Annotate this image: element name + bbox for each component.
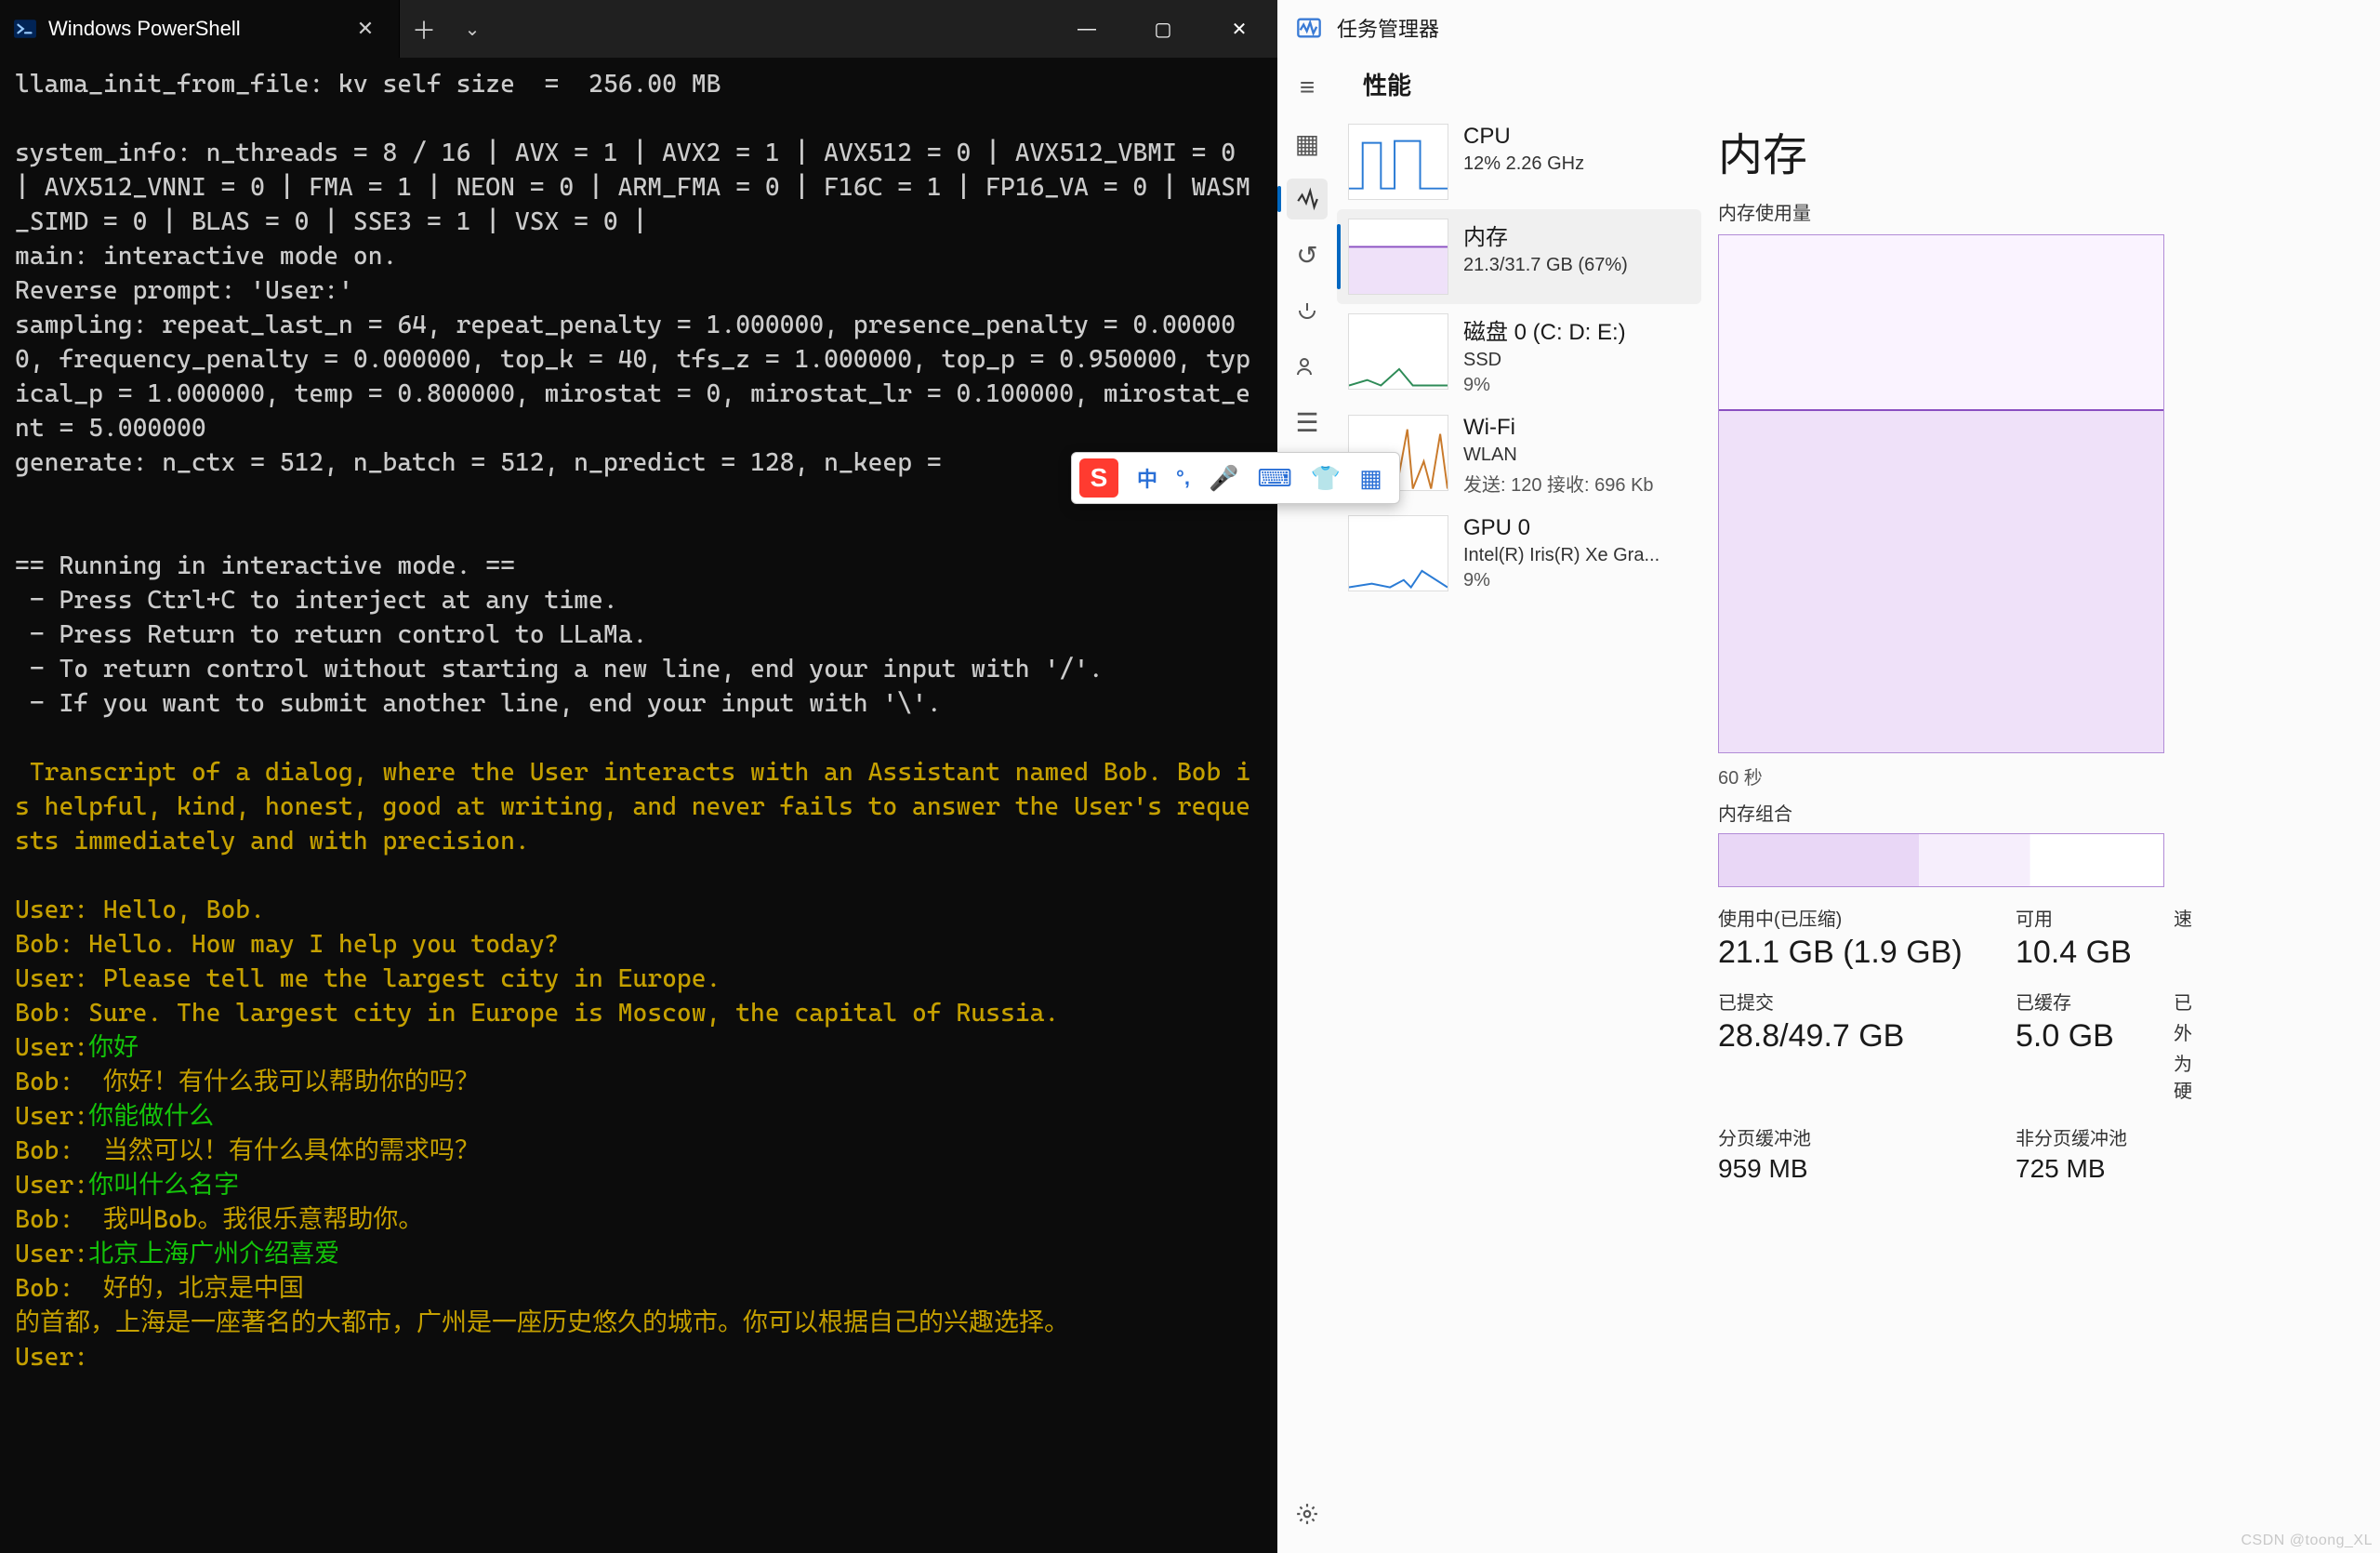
rail-startup[interactable] xyxy=(1287,290,1328,331)
terminal-body[interactable]: llama_init_from_file: kv self size = 256… xyxy=(0,58,1277,1553)
memory-stats: 使用中(已压缩)21.1 GB (1.9 GB) 可用10.4 GB 速 已提交… xyxy=(1718,904,2164,1184)
tab-dropdown-button[interactable]: ⌄ xyxy=(448,0,496,58)
card-sub2: 9% xyxy=(1463,375,1626,396)
in-use-value: 21.1 GB (1.9 GB) xyxy=(1718,935,2006,971)
perf-card-disk[interactable]: 磁盘 0 (C: D: E:) SSD 9% xyxy=(1337,304,1701,405)
powershell-window: Windows PowerShell ✕ ＋ ⌄ — ▢ ✕ llama_ini… xyxy=(0,0,1277,1553)
card-name: 内存 xyxy=(1463,219,1628,251)
grid-icon[interactable]: ▦ xyxy=(1359,464,1382,493)
composition-label: 内存组合 xyxy=(1718,799,2380,826)
maximize-button[interactable]: ▢ xyxy=(1125,0,1201,58)
minimize-button[interactable]: — xyxy=(1049,0,1125,58)
speed-label: 速 xyxy=(2174,904,2192,931)
task-manager-window: 任务管理器 ≡ ▦ ↺ ☰ xyxy=(1277,0,2380,1553)
card-name: GPU 0 xyxy=(1463,515,1659,541)
watermark: CSDN @toong_XL xyxy=(2241,1533,2373,1549)
committed-value: 28.8/49.7 GB xyxy=(1718,1018,2006,1055)
card-sub: SSD xyxy=(1463,350,1626,371)
paged-label: 分页缓冲池 xyxy=(1718,1123,2006,1150)
rail-users[interactable] xyxy=(1287,346,1328,387)
slots-label: 已 xyxy=(2174,988,2192,1015)
detail-title: 内存 xyxy=(1718,114,2380,198)
terminal-titlebar: Windows PowerShell ✕ ＋ ⌄ — ▢ ✕ xyxy=(0,0,1277,58)
sogou-ime-icon[interactable]: S xyxy=(1079,458,1118,498)
rail-details[interactable]: ☰ xyxy=(1287,402,1328,443)
terminal-output: llama_init_from_file: kv self size = 256… xyxy=(15,67,1263,1374)
perf-card-cpu[interactable]: CPU 12% 2.26 GHz xyxy=(1337,114,1701,209)
sparkline-gpu xyxy=(1348,515,1448,591)
card-name: Wi-Fi xyxy=(1463,415,1654,441)
committed-label: 已提交 xyxy=(1718,988,2006,1015)
rail-performance[interactable] xyxy=(1287,179,1328,219)
skin-icon[interactable]: 👕 xyxy=(1311,464,1341,493)
rail-settings[interactable] xyxy=(1287,1493,1328,1534)
keyboard-icon[interactable]: ⌨ xyxy=(1257,464,1292,493)
detail-chart-label: 内存使用量 xyxy=(1718,198,2380,225)
perf-card-mem[interactable]: 内存 21.3/31.7 GB (67%) xyxy=(1337,209,1701,304)
memory-usage-chart xyxy=(1718,234,2164,753)
in-use-label: 使用中(已压缩) xyxy=(1718,904,2006,931)
new-tab-button[interactable]: ＋ xyxy=(400,0,448,58)
available-value: 10.4 GB xyxy=(2016,935,2164,971)
sparkline-disk xyxy=(1348,313,1448,390)
taskmgr-app-icon xyxy=(1296,15,1322,41)
nonpaged-label: 非分页缓冲池 xyxy=(2016,1123,2164,1150)
ime-punct-toggle[interactable]: °, xyxy=(1176,466,1190,490)
rail-menu-button[interactable]: ≡ xyxy=(1287,67,1328,108)
gear-icon xyxy=(1295,1502,1319,1526)
rail-processes[interactable]: ▦ xyxy=(1287,123,1328,164)
taskmgr-title: 任务管理器 xyxy=(1337,13,1439,43)
sparkline-mem xyxy=(1348,219,1448,295)
nonpaged-value: 725 MB xyxy=(2016,1154,2164,1184)
perf-card-gpu[interactable]: GPU 0 Intel(R) Iris(R) Xe Gra... 9% xyxy=(1337,506,1701,601)
card-sub: 21.3/31.7 GB (67%) xyxy=(1463,255,1628,276)
card-sub2: 发送: 120 接收: 696 Kb xyxy=(1463,470,1654,497)
memory-composition-bar xyxy=(1718,833,2164,887)
paged-value: 959 MB xyxy=(1718,1154,2006,1184)
terminal-tab-powershell[interactable]: Windows PowerShell ✕ xyxy=(0,0,400,58)
card-sub2: 9% xyxy=(1463,570,1659,591)
mic-icon[interactable]: 🎤 xyxy=(1209,464,1238,493)
available-label: 可用 xyxy=(2016,904,2164,931)
card-sub: 12% 2.26 GHz xyxy=(1463,153,1584,175)
close-button[interactable]: ✕ xyxy=(1201,0,1277,58)
ime-floating-bar[interactable]: S 中 °, 🎤 ⌨ 👕 ▦ xyxy=(1071,452,1400,504)
page-title: 性能 xyxy=(1337,61,2380,114)
ime-lang-toggle[interactable]: 中 xyxy=(1137,463,1157,493)
taskmgr-nav-rail: ≡ ▦ ↺ ☰ xyxy=(1277,56,1337,1553)
card-name: 磁盘 0 (C: D: E:) xyxy=(1463,313,1626,346)
card-name: CPU xyxy=(1463,124,1584,150)
memory-detail-pane: 内存 内存使用量 60 秒 内存组合 使用中(已压缩) 21.1 GB (1.9 … xyxy=(1701,114,2380,1553)
cached-value: 5.0 GB xyxy=(2016,1018,2164,1055)
taskmgr-titlebar: 任务管理器 xyxy=(1277,0,2380,56)
card-sub: WLAN xyxy=(1463,445,1654,466)
chart-axis-label: 60 秒 xyxy=(1718,763,2380,790)
sparkline-cpu xyxy=(1348,124,1448,200)
cached-label: 已缓存 xyxy=(2016,988,2164,1015)
powershell-icon xyxy=(13,17,37,41)
rail-app-history[interactable]: ↺ xyxy=(1287,234,1328,275)
performance-list: CPU 12% 2.26 GHz 内存 21.3/31.7 GB (67%) 磁盘 0 … xyxy=(1337,114,1701,1553)
tab-title: Windows PowerShell xyxy=(48,17,241,41)
tab-close-button[interactable]: ✕ xyxy=(352,16,378,42)
card-sub: Intel(R) Iris(R) Xe Gra... xyxy=(1463,545,1659,566)
